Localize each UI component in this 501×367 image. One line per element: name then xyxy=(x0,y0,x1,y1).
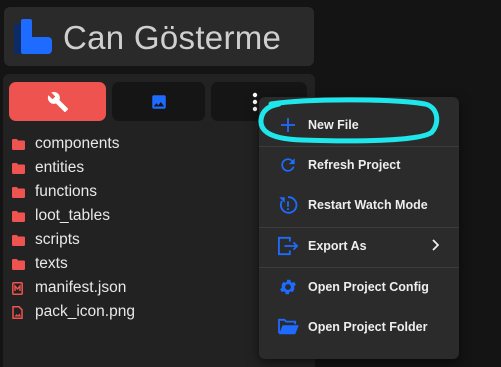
more-vertical-icon xyxy=(252,92,258,111)
folder-open-icon xyxy=(277,316,299,338)
tab-images[interactable] xyxy=(112,82,205,121)
folder-components[interactable]: components xyxy=(12,132,135,156)
file-pack-icon-png[interactable]: pack_icon.png xyxy=(12,300,135,324)
file-label: scripts xyxy=(35,231,80,248)
wrench-icon xyxy=(47,91,68,112)
folder-texts[interactable]: texts xyxy=(12,252,135,276)
file-manifest-json[interactable]: manifest.json xyxy=(12,276,135,300)
image-icon xyxy=(151,94,166,109)
menu-item-open-project-config[interactable]: Open Project Config xyxy=(259,269,459,305)
folder-icon xyxy=(12,137,25,151)
folder-entities[interactable]: entities xyxy=(12,156,135,180)
file-label: components xyxy=(35,135,120,152)
file-label: manifest.json xyxy=(35,279,127,296)
folder-icon xyxy=(12,185,25,199)
json-file-icon xyxy=(12,281,25,295)
folder-icon xyxy=(12,257,25,271)
file-tree: components entities functions loot_table… xyxy=(12,132,135,324)
export-icon xyxy=(277,235,299,257)
menu-divider xyxy=(259,267,459,268)
folder-icon xyxy=(12,233,25,247)
menu-item-label: Export As xyxy=(308,239,367,253)
folder-functions[interactable]: functions xyxy=(12,180,135,204)
plus-icon xyxy=(277,114,299,136)
file-label: texts xyxy=(35,255,68,272)
file-label: loot_tables xyxy=(35,207,110,224)
file-label: pack_icon.png xyxy=(35,303,135,320)
tab-tools[interactable] xyxy=(9,82,106,121)
folder-icon xyxy=(12,161,25,175)
refresh-icon xyxy=(277,154,299,176)
chevron-right-icon xyxy=(432,239,439,251)
menu-item-label: Open Project Config xyxy=(308,280,429,294)
gear-icon xyxy=(277,276,299,298)
file-label: entities xyxy=(35,159,85,176)
menu-item-label: Open Project Folder xyxy=(308,320,428,334)
restart-alert-icon xyxy=(277,194,299,216)
more-options-menu: New File Refresh Project Restart Watch M… xyxy=(259,97,459,359)
menu-item-export-as[interactable]: Export As xyxy=(259,228,459,264)
project-title-bar[interactable]: Can Gösterme xyxy=(4,7,314,66)
menu-item-refresh-project[interactable]: Refresh Project xyxy=(259,147,459,183)
menu-item-label: Refresh Project xyxy=(308,158,401,172)
menu-item-label: New File xyxy=(308,118,359,132)
menu-item-restart-watch-mode[interactable]: Restart Watch Mode xyxy=(259,187,459,223)
folder-icon xyxy=(12,209,25,223)
folder-loot-tables[interactable]: loot_tables xyxy=(12,204,135,228)
menu-item-new-file[interactable]: New File xyxy=(259,107,459,143)
menu-item-open-project-folder[interactable]: Open Project Folder xyxy=(259,309,459,345)
project-name: Can Gösterme xyxy=(63,19,282,56)
file-label: functions xyxy=(35,183,98,200)
menu-item-label: Restart Watch Mode xyxy=(308,198,428,212)
bridge-logo-icon xyxy=(14,19,52,54)
image-file-icon xyxy=(12,305,25,319)
folder-scripts[interactable]: scripts xyxy=(12,228,135,252)
